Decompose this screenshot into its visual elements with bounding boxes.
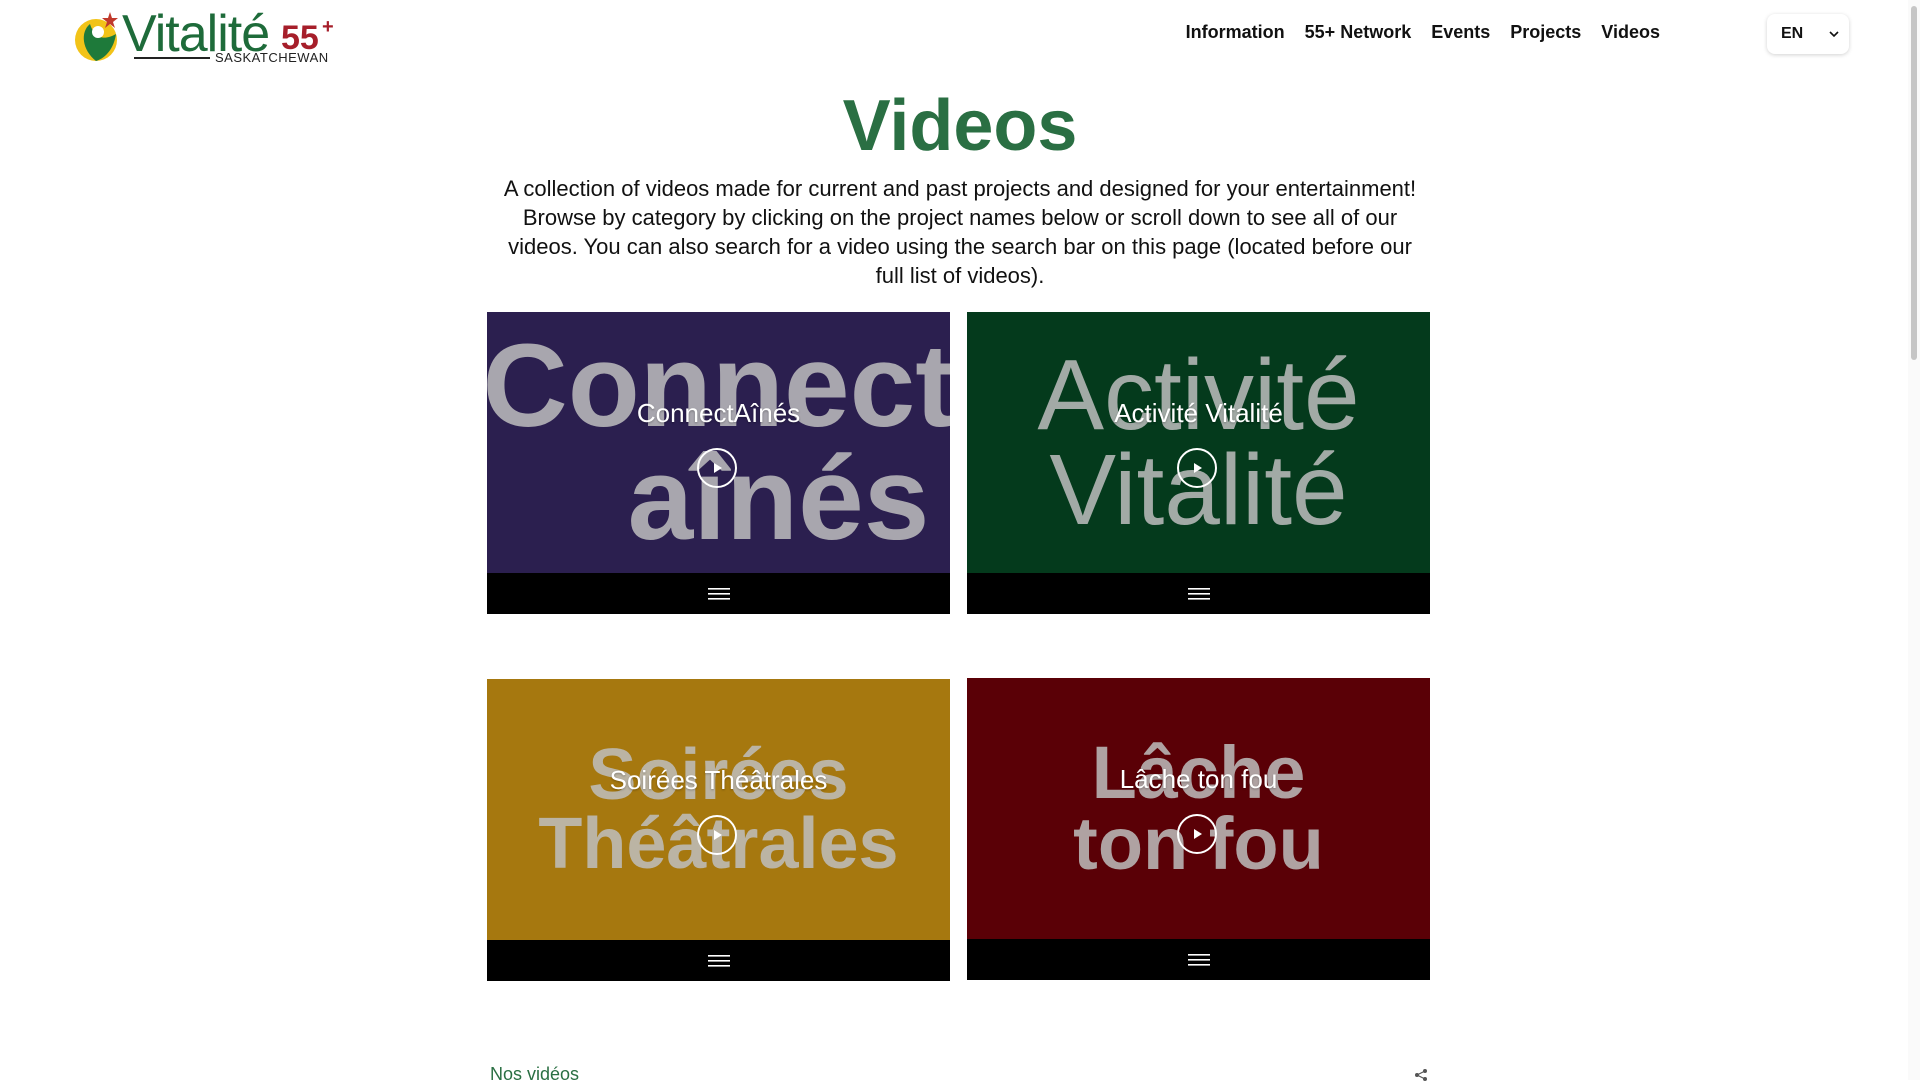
play-button[interactable]: [697, 448, 737, 488]
thumbnail-art: Connect aînés: [487, 312, 950, 573]
video-card-title: ConnectAînés: [636, 398, 801, 428]
play-icon: [1194, 463, 1202, 473]
section-label-nos-videos: Nos vidéos: [490, 1064, 580, 1084]
site-header: Vitalité 55 + SASKATCHEWAN Information 5…: [0, 0, 1920, 70]
chevron-down-icon: [1829, 31, 1839, 38]
video-thumbnail: Connect aînés: [487, 312, 950, 573]
nav-item-events[interactable]: Events: [1431, 22, 1490, 43]
video-card-title: Soirées Théâtrales: [609, 765, 828, 795]
nav-item-videos[interactable]: Videos: [1601, 22, 1660, 43]
video-thumbnail: Soirées Théâtrales: [487, 679, 950, 940]
play-icon: [714, 830, 722, 840]
video-card-title: Activité Vitalité: [1114, 398, 1283, 428]
vitalite-logo-icon: [75, 12, 118, 61]
play-icon: [1194, 829, 1202, 839]
menu-icon[interactable]: [1187, 953, 1210, 967]
page-intro: A collection of videos made for current …: [503, 176, 1417, 288]
nav-item-projects[interactable]: Projects: [1510, 22, 1581, 43]
video-card-soirees-theatrales[interactable]: Soirées Théâtrales Soirées Théâtrales: [487, 679, 950, 981]
video-card-toolbar: [967, 573, 1430, 614]
nav-item-information[interactable]: Information: [1186, 22, 1285, 43]
site-logo[interactable]: Vitalité 55 + SASKATCHEWAN: [70, 6, 340, 68]
video-card-toolbar: [967, 939, 1430, 980]
video-thumbnail: Activité Vitalité: [967, 312, 1430, 573]
video-card-title: Lâche ton fou: [1119, 764, 1278, 794]
video-card-toolbar: [487, 940, 950, 981]
nav-item-55-network[interactable]: 55+ Network: [1305, 22, 1412, 43]
video-card-activite-vitalite[interactable]: Activité Vitalité Activité Vitalité: [967, 312, 1430, 614]
language-selector[interactable]: EN: [1767, 14, 1849, 54]
scrollbar-thumb[interactable]: [1911, 6, 1917, 360]
menu-icon[interactable]: [707, 587, 730, 601]
play-button[interactable]: [697, 815, 737, 855]
video-thumbnail: Lâche ton fou: [967, 678, 1430, 939]
video-card-connectaines[interactable]: Connect aînés ConnectAînés: [487, 312, 950, 614]
language-label: EN: [1781, 25, 1804, 42]
logo-divider: [134, 57, 210, 59]
art-line-2: aînés: [627, 432, 930, 565]
play-button[interactable]: [1177, 814, 1217, 854]
play-button[interactable]: [1177, 448, 1217, 488]
thumbnail-art: Lâche ton fou: [967, 678, 1430, 939]
thumbnail-art: Activité Vitalité: [967, 312, 1430, 573]
logo-plus: +: [322, 16, 334, 38]
menu-icon[interactable]: [707, 954, 730, 968]
logo-subtitle: SASKATCHEWAN: [215, 50, 329, 65]
video-card-lache-ton-fou[interactable]: Lâche ton fou Lâche ton fou: [967, 678, 1430, 980]
play-icon: [714, 463, 722, 473]
main-nav: Information 55+ Network Events Projects …: [1186, 22, 1660, 43]
thumbnail-art: Soirées Théâtrales: [487, 679, 950, 940]
menu-icon[interactable]: [1187, 587, 1210, 601]
video-card-toolbar: [487, 573, 950, 614]
page-title: Videos: [842, 86, 1078, 166]
